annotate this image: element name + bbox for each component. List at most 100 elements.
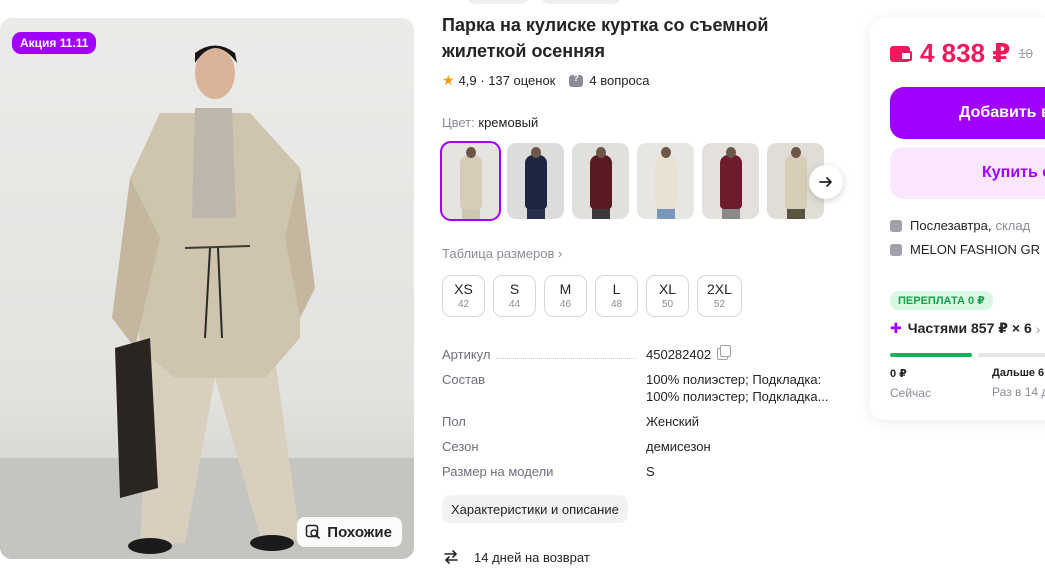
price: 4 838 ₽ — [920, 38, 1011, 68]
top-tag-chip[interactable] — [540, 0, 622, 4]
size-label: XS — [454, 281, 473, 297]
old-price: 10 — [1018, 46, 1033, 61]
pay-later-label: Раз в 14 д — [992, 385, 1045, 399]
star-icon: ★ — [442, 72, 455, 88]
return-policy[interactable]: 14 дней на возврат — [442, 548, 590, 566]
size-number: 48 — [610, 299, 623, 310]
thumb-coat — [590, 155, 612, 209]
spec-row-article: Артикул 450282402 — [442, 345, 842, 363]
color-thumbnails — [440, 141, 824, 221]
size-number: 42 — [457, 299, 470, 310]
buy-panel: 4 838 ₽ 10 Добавить в Купить с Послезавт… — [870, 18, 1045, 420]
thumb-coat — [720, 155, 742, 209]
delivery-where: склад — [995, 218, 1031, 233]
thumb-head — [726, 147, 736, 158]
size-number: 46 — [559, 299, 572, 310]
article-number[interactable]: 450282402 — [646, 347, 711, 362]
add-to-cart-button[interactable]: Добавить в — [890, 87, 1045, 139]
installment-text: Частями 857 ₽ × 6 — [907, 320, 1032, 336]
rating-value[interactable]: 4,9 — [459, 73, 477, 88]
reviews-count[interactable]: 137 оценок — [488, 73, 555, 88]
chevron-right-icon: › — [1035, 320, 1041, 337]
product-main-image[interactable]: Акция 11.11 Похожие — [0, 18, 414, 559]
buy-now-button[interactable]: Купить с — [890, 147, 1045, 199]
color-thumbnail-navy[interactable] — [507, 143, 564, 219]
separator-dot: · — [476, 73, 489, 88]
delivery-row[interactable]: Послезавтра, склад — [890, 218, 1030, 233]
shop-icon — [890, 243, 902, 256]
arrow-right-icon — [819, 177, 832, 187]
description-button[interactable]: Характеристики и описание — [442, 495, 628, 523]
spec-key: Пол — [442, 414, 466, 429]
thumbnails-next-button[interactable] — [809, 165, 843, 199]
overpay-badge: ПЕРЕПЛАТА 0 ₽ — [890, 291, 993, 310]
color-thumbnail-cream[interactable] — [440, 141, 501, 221]
size-label: 2XL — [707, 281, 732, 297]
color-label-text: Цвет: — [442, 115, 475, 130]
seller-row[interactable]: MELON FASHION GR — [890, 242, 1040, 257]
size-table-link[interactable]: Таблица размеров › — [442, 246, 562, 261]
progress-segment — [978, 353, 1045, 357]
size-label: S — [509, 281, 520, 297]
product-specs: Артикул 450282402 Состав 100% полиэстер;… — [442, 345, 842, 488]
seller-name: MELON FASHION GR — [910, 242, 1041, 257]
installment-progress — [890, 353, 1045, 357]
color-thumbnail-light-beige[interactable] — [637, 143, 694, 219]
size-option-m[interactable]: M 46 — [544, 275, 587, 317]
image-search-icon — [306, 524, 321, 540]
spec-value: S — [646, 464, 655, 479]
color-thumbnail-burgundy[interactable] — [572, 143, 629, 219]
thumb-head — [596, 147, 606, 158]
return-arrows-icon — [444, 550, 458, 564]
installment-icon: ✚ — [890, 320, 902, 336]
pay-now-amount: 0 ₽ — [890, 368, 907, 380]
pay-later: Дальше 6 Раз в 14 д — [992, 367, 1045, 399]
color-value: кремовый — [478, 115, 539, 130]
model-photo — [0, 45, 414, 559]
price-row: 4 838 ₽ 10 — [890, 38, 1033, 69]
color-thumbnail-wine[interactable] — [702, 143, 759, 219]
similar-button[interactable]: Похожие — [297, 517, 402, 547]
size-option-xs[interactable]: XS 42 — [442, 275, 485, 317]
spec-value: Женский — [646, 414, 699, 429]
thumb-coat — [655, 155, 677, 209]
progress-segment — [890, 353, 972, 357]
pay-now: 0 ₽ Сейчас — [890, 367, 931, 400]
question-icon — [569, 73, 584, 87]
return-text: 14 дней на возврат — [474, 549, 590, 565]
similar-label: Похожие — [327, 523, 392, 541]
color-label: Цвет: кремовый — [442, 115, 538, 130]
size-option-l[interactable]: L 48 — [595, 275, 638, 317]
size-number: 44 — [508, 299, 521, 310]
size-option-xl[interactable]: XL 50 — [646, 275, 689, 317]
thumb-coat — [460, 155, 482, 209]
thumb-head — [661, 147, 671, 158]
thumb-head — [791, 147, 801, 158]
size-option-2xl[interactable]: 2XL 52 — [697, 275, 742, 317]
product-title: Парка на кулиске куртка со съемной жилет… — [442, 15, 769, 61]
pay-later-amount: Дальше 6 — [992, 367, 1045, 379]
spec-key: Размер на модели — [442, 464, 554, 479]
spec-row-season: Сезон демисезон — [442, 438, 842, 455]
spec-value: демисезон — [646, 439, 711, 454]
questions-count[interactable]: 4 вопроса — [589, 73, 649, 88]
pay-now-label: Сейчас — [890, 386, 931, 400]
thumb-coat — [785, 155, 807, 209]
spec-key: Артикул — [442, 347, 491, 362]
thumb-coat — [525, 155, 547, 209]
top-tag-chip[interactable] — [466, 0, 530, 4]
size-label: L — [612, 281, 621, 297]
size-number: 52 — [713, 299, 726, 310]
spec-row-model-size: Размер на модели S — [442, 463, 842, 480]
size-option-s[interactable]: S 44 — [493, 275, 536, 317]
size-selector: XS 42 S 44 M 46 L 48 XL 50 2XL 52 — [442, 275, 742, 317]
spec-row-composition: Состав 100% полиэстер; Подкладка: 100% п… — [442, 371, 842, 405]
thumb-head — [466, 147, 476, 158]
spec-key: Сезон — [442, 439, 479, 454]
thumb-head — [531, 147, 541, 158]
rating-row: ★ 4,9 · 137 оценок 4 вопроса — [442, 72, 649, 89]
installment-row[interactable]: ✚ Частями 857 ₽ × 6 › — [890, 320, 1040, 337]
copy-icon[interactable] — [717, 345, 732, 360]
size-number: 50 — [661, 299, 674, 310]
delivery-when: Послезавтра, — [910, 218, 992, 233]
